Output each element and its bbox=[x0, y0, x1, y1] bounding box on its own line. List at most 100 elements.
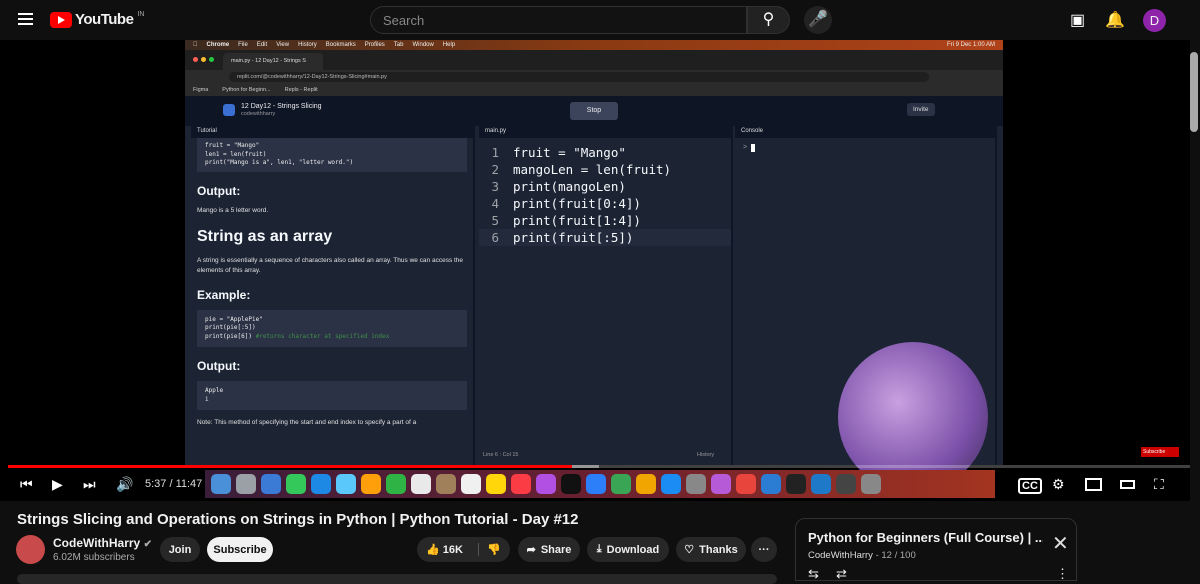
output-heading: Output: bbox=[197, 183, 241, 198]
code-line: 2 mangoLen = len(fruit) bbox=[479, 161, 731, 178]
miniplayer-icon[interactable] bbox=[1085, 478, 1102, 491]
description-box[interactable] bbox=[17, 574, 777, 584]
search-input[interactable]: Search bbox=[370, 6, 747, 34]
thanks-button[interactable]: ♡ Thanks bbox=[676, 537, 746, 562]
download-label: Download bbox=[606, 543, 660, 556]
share-button[interactable]: ➦ Share bbox=[518, 537, 580, 562]
join-button[interactable]: Join bbox=[160, 537, 200, 562]
code-editor-pane: main.py 1 fruit = "Mango" 2 mangoLen = len(… bbox=[479, 126, 733, 465]
code-text: print(mangoLen) bbox=[513, 179, 626, 194]
editor-tab: main.py bbox=[479, 126, 731, 138]
dock-app-icon bbox=[411, 474, 431, 494]
playlist-more-icon[interactable]: ⋮ bbox=[1056, 566, 1069, 582]
output-line: i bbox=[205, 395, 209, 403]
account-avatar[interactable]: D bbox=[1143, 9, 1166, 32]
console-prompt: > bbox=[743, 144, 748, 151]
shuffle-icon[interactable]: ⇄ bbox=[836, 566, 847, 582]
code-text: print(fruit[1:4]) bbox=[513, 213, 641, 228]
code-line: 6 print(fruit[:5]) bbox=[479, 229, 731, 246]
more-actions-button[interactable]: ··· bbox=[751, 537, 777, 562]
microphone-icon: 🎤 bbox=[808, 11, 828, 28]
dock-app-icon bbox=[286, 474, 306, 494]
code-line: 1 fruit = "Mango" bbox=[479, 144, 731, 161]
thanks-label: Thanks bbox=[699, 543, 738, 556]
bookmark: Repls - Replit bbox=[284, 87, 318, 93]
loop-icon[interactable]: ⇆ bbox=[808, 566, 819, 582]
next-icon[interactable]: ⏭ bbox=[83, 476, 96, 493]
like-button[interactable]: 👍 16K bbox=[426, 543, 463, 556]
channel-avatar[interactable] bbox=[16, 535, 45, 564]
dock-app-icon bbox=[236, 474, 256, 494]
channel-name[interactable]: CodeWithHarry ✔ bbox=[53, 536, 152, 550]
download-button[interactable]: ⤓ Download bbox=[587, 537, 669, 562]
dock-app-icon bbox=[636, 474, 656, 494]
menu-item: Profiles bbox=[360, 42, 385, 48]
line-number: 4 bbox=[491, 196, 499, 211]
menu-item: History bbox=[293, 42, 317, 48]
console-cursor bbox=[751, 144, 755, 152]
notifications-bell-icon[interactable]: 🔔 bbox=[1105, 10, 1125, 30]
code-line: print(pie[:5]) bbox=[205, 324, 256, 331]
download-icon: ⤓ bbox=[596, 543, 602, 555]
search-icon: ⚲ bbox=[762, 11, 775, 28]
volume-icon[interactable]: 🔊 bbox=[116, 476, 133, 493]
close-playlist-icon[interactable]: ✕ bbox=[1052, 531, 1069, 556]
code-text: mangoLen = len(fruit) bbox=[513, 162, 672, 177]
dock-app-icon bbox=[611, 474, 631, 494]
subscriber-count: 6.02M subscribers bbox=[53, 552, 135, 563]
search-button[interactable]: ⚲ bbox=[747, 6, 790, 34]
line-number: 5 bbox=[491, 213, 499, 228]
dock-app-icon bbox=[686, 474, 706, 494]
dock-app-icon bbox=[761, 474, 781, 494]
apple-icon:  bbox=[193, 42, 198, 48]
dislike-button[interactable]: 👎 bbox=[477, 543, 501, 556]
mac-dock bbox=[205, 470, 995, 498]
browser-tab-strip: main.py - 12 Day12 - Strings S bbox=[185, 50, 1003, 70]
settings-gear-icon[interactable]: ⚙ bbox=[1052, 476, 1065, 493]
code-line: 3 print(mangoLen) bbox=[479, 178, 731, 195]
playlist-meta: CodeWithHarry - 12 / 100 bbox=[808, 550, 916, 561]
stop-button: Stop bbox=[570, 102, 618, 120]
thumbs-down-icon: 👎 bbox=[486, 544, 501, 556]
code-line: pie = "ApplePie" bbox=[205, 315, 263, 323]
playlist-title[interactable]: Python for Beginners (Full Course) | ... bbox=[808, 530, 1043, 545]
playlist-channel[interactable]: CodeWithHarry bbox=[808, 550, 873, 561]
dock-app-icon bbox=[811, 474, 831, 494]
progress-bar[interactable] bbox=[8, 465, 1190, 468]
create-video-icon[interactable]: ▣ bbox=[1070, 10, 1085, 30]
code-lines: 1 fruit = "Mango" 2 mangoLen = len(fruit) 3 p… bbox=[479, 138, 731, 246]
verified-icon: ✔ bbox=[143, 539, 152, 550]
playlist-position: 12 / 100 bbox=[881, 550, 916, 561]
code-comment: #returns character at specified index bbox=[255, 332, 390, 340]
voice-search-button[interactable]: 🎤 bbox=[804, 6, 832, 34]
subscribe-button[interactable]: Subscribe bbox=[207, 537, 273, 562]
fullscreen-icon[interactable]: ⛶ bbox=[1154, 476, 1164, 493]
example-heading: Example: bbox=[197, 287, 251, 302]
play-icon[interactable]: ▶ bbox=[52, 476, 63, 493]
bookmark: Python for Beginn... bbox=[222, 87, 271, 93]
output-text: Mango is a 5 letter word. bbox=[197, 206, 269, 214]
share-label: Share bbox=[540, 543, 572, 556]
dock-app-icon bbox=[711, 474, 731, 494]
bookmarks-bar: Figma Python for Beginn... Repls - Repli… bbox=[185, 84, 1003, 96]
played-bar bbox=[8, 465, 572, 468]
captions-icon[interactable]: CC bbox=[1018, 478, 1042, 494]
code-text: print(fruit[0:4]) bbox=[513, 196, 641, 211]
menu-icon[interactable] bbox=[18, 13, 33, 25]
code-line: len1 = len(fruit) bbox=[205, 150, 267, 158]
subscribe-watermark: Subscribe bbox=[1141, 447, 1179, 457]
youtube-logo[interactable]: YouTube IN bbox=[50, 11, 144, 28]
thumbs-up-icon: 👍 bbox=[426, 544, 440, 556]
previous-icon[interactable]: ⏮ bbox=[20, 476, 33, 493]
mac-clock: Fri 9 Dec 1:00 AM bbox=[946, 42, 995, 48]
menu-item: Window bbox=[407, 42, 433, 48]
code-line: fruit = "Mango" bbox=[205, 142, 260, 149]
console-tab: Console bbox=[735, 126, 995, 138]
dock-app-icon bbox=[436, 474, 456, 494]
browser-tab: main.py - 12 Day12 - Strings S bbox=[223, 53, 323, 70]
output-heading: Output: bbox=[197, 359, 241, 373]
dock-app-icon bbox=[386, 474, 406, 494]
output-box: Apple i bbox=[197, 381, 467, 410]
scrollbar-thumb[interactable] bbox=[1190, 52, 1198, 132]
theater-mode-icon[interactable] bbox=[1120, 480, 1135, 489]
